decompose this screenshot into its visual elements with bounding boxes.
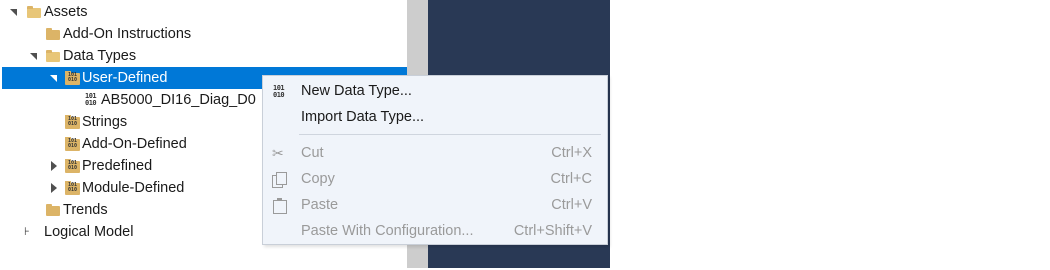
folder-open-icon (27, 6, 41, 18)
data-type-icon: 101 010 (85, 92, 97, 107)
expanded-arrow-icon[interactable] (50, 75, 57, 82)
expanded-arrow-icon[interactable] (10, 9, 17, 16)
binary-glyph: 101 010 (68, 182, 78, 193)
menu-item-shortcut: Ctrl+C (550, 171, 593, 187)
data-type-folder-icon: 101 010 (65, 71, 80, 85)
data-type-folder-icon: 101 010 (65, 159, 80, 173)
menu-item-shortcut: Ctrl+Shift+V (513, 223, 592, 239)
menu-item-new-data-type[interactable]: 101 010 New Data Type... (263, 78, 607, 104)
menu-item-label: Import Data Type... (301, 109, 425, 125)
menu-item-label: New Data Type... (301, 83, 412, 99)
context-menu: 101 010 New Data Type... Import Data Type… (262, 75, 608, 245)
tree-node-label: Logical Model (44, 224, 134, 240)
tree-node-label: Module-Defined (82, 180, 185, 196)
data-type-folder-icon: 101 010 (65, 181, 80, 195)
menu-separator (299, 134, 601, 135)
copy-icon (272, 172, 288, 188)
binary-glyph: 101 010 (68, 160, 78, 171)
tree-node-label: Add-On-Defined (82, 136, 187, 152)
tree-node-assets[interactable]: Assets (0, 1, 407, 23)
paste-icon (272, 198, 288, 214)
tree-node-label: AB5000_DI16_Diag_D0 (101, 92, 256, 108)
expanded-arrow-icon[interactable] (30, 53, 37, 60)
menu-item-shortcut: Ctrl+X (551, 145, 592, 161)
collapsed-arrow-icon[interactable] (51, 161, 57, 171)
new-data-type-icon: 101 010 (273, 84, 285, 99)
tree-node-label: Strings (82, 114, 128, 130)
binary-glyph: 101 010 (68, 138, 78, 149)
menu-item-label: Cut (301, 145, 324, 161)
menu-item-shortcut: Ctrl+V (551, 197, 592, 213)
logical-model-icon: ⊦ (24, 225, 30, 238)
collapsed-arrow-icon[interactable] (51, 183, 57, 193)
data-type-folder-icon: 101 010 (65, 137, 80, 151)
tree-node-label: Add-On Instructions (63, 26, 192, 42)
tree-node-label: Predefined (82, 158, 153, 174)
folder-icon (46, 28, 60, 40)
scissors-icon: ✂ (272, 145, 284, 161)
folder-open-icon (46, 50, 60, 62)
tree-node-label: Assets (44, 4, 88, 20)
folder-icon (46, 204, 60, 216)
menu-item-label: Paste (301, 197, 339, 213)
menu-item-paste[interactable]: Paste Ctrl+V (263, 192, 607, 218)
binary-glyph: 101 010 (68, 72, 78, 83)
tree-node-add-on-instructions[interactable]: Add-On Instructions (0, 23, 407, 45)
tree-node-label: Data Types (63, 48, 137, 64)
menu-item-copy[interactable]: Copy Ctrl+C (263, 166, 607, 192)
menu-item-cut[interactable]: ✂ Cut Ctrl+X (263, 140, 607, 166)
data-type-folder-icon: 101 010 (65, 115, 80, 129)
binary-glyph: 101 010 (68, 116, 78, 127)
menu-item-label: Paste With Configuration... (301, 223, 474, 239)
menu-item-paste-with-configuration[interactable]: Paste With Configuration... Ctrl+Shift+V (263, 218, 607, 244)
menu-item-label: Copy (301, 171, 335, 187)
tree-node-label: Trends (63, 202, 108, 218)
tree-node-label: User-Defined (82, 70, 168, 86)
menu-item-import-data-type[interactable]: Import Data Type... (263, 104, 607, 130)
tree-node-data-types[interactable]: Data Types (0, 45, 407, 67)
